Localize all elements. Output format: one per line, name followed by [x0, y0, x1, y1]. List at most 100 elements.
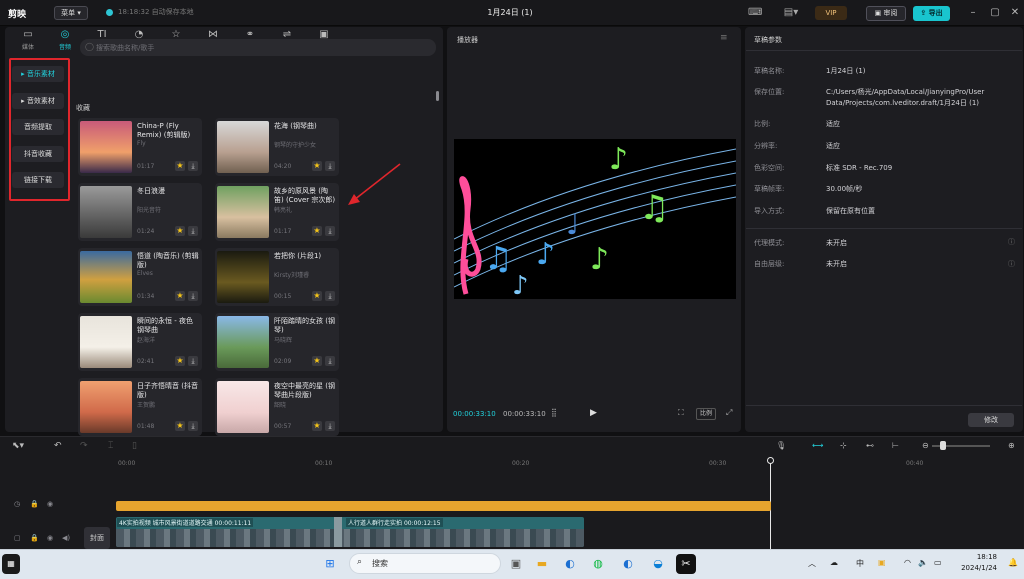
sidebar-item-1[interactable]: ▸ 音效素材 — [12, 93, 64, 109]
playhead-handle[interactable] — [767, 457, 774, 464]
mute-icon[interactable]: ◉ — [47, 500, 53, 508]
download-icon[interactable]: ⤓ — [188, 291, 198, 301]
favorite-star-icon[interactable]: ★ — [175, 356, 185, 366]
undo-icon[interactable]: ↶ — [54, 441, 62, 451]
sidebar-item-3[interactable]: 抖音收藏 — [12, 146, 64, 162]
music-card[interactable]: 瞬间的永恒 - 夜色钢琴曲 赵海洋 02:41 ★ ⤓ — [78, 313, 202, 371]
browser-icon[interactable]: ◐ — [560, 554, 580, 574]
wechat-icon[interactable]: ◍ — [588, 554, 608, 574]
download-icon[interactable]: ⤓ — [325, 291, 335, 301]
music-card[interactable]: 花海 (钢琴曲) 钢琴的守护少女 04:20 ★ ⤓ — [215, 118, 339, 176]
microphone-icon[interactable]: 🎙 — [776, 441, 786, 450]
cover-button[interactable]: 封面 — [84, 527, 110, 549]
favorite-star-icon[interactable]: ★ — [175, 421, 185, 431]
desktop-widget-icon[interactable]: ▦ — [2, 554, 20, 574]
video-preview[interactable]: ♫ ♪ ♪ ♩ ♪ ♪ ♫ — [453, 139, 737, 301]
music-card[interactable]: 冬日浪漫 阳光音符 01:24 ★ ⤓ — [78, 183, 202, 241]
maximize-icon[interactable]: ▢ — [988, 6, 1002, 20]
shortcut-icon[interactable]: ⌨ — [748, 6, 762, 20]
music-card[interactable]: 夜空中最亮的星 (钢琴曲片段版) 韶晓 00:57 ★ ⤓ — [215, 378, 339, 436]
music-card[interactable]: 悟道 (陶音乐) (剪辑版) Elves 01:34 ★ ⤓ — [78, 248, 202, 306]
preview-axis-icon[interactable]: ⊷ — [866, 441, 874, 450]
lock-icon[interactable]: 🔒 — [30, 534, 39, 542]
info-icon[interactable]: ⓘ — [1008, 237, 1015, 247]
vip-button[interactable]: VIP — [815, 6, 847, 20]
volume-icon[interactable]: ◀) — [62, 534, 70, 542]
tab-1[interactable]: ◎ 音频 — [47, 28, 83, 54]
download-icon[interactable]: ⤓ — [188, 421, 198, 431]
music-card[interactable]: 若把你 (片段1) Kirsty刘瑾睿 00:15 ★ ⤓ — [215, 248, 339, 306]
info-icon[interactable]: ⓘ — [1008, 259, 1015, 269]
export-button[interactable]: ⇪ 导出 — [913, 6, 950, 21]
qq-browser-icon[interactable]: ◐ — [618, 554, 638, 574]
search-input[interactable]: ◯ 搜索歌曲名称/歌手 — [80, 39, 436, 56]
fullscreen-crop-icon[interactable]: ⛶ — [678, 408, 684, 418]
tab-0[interactable]: ▭ 媒体 — [10, 28, 46, 54]
favorite-star-icon[interactable]: ★ — [175, 161, 185, 171]
zoom-out-icon[interactable]: ⊖ — [922, 441, 929, 450]
cloud-icon[interactable]: ☁ — [830, 558, 838, 567]
favorite-star-icon[interactable]: ★ — [175, 226, 185, 236]
task-view-icon[interactable]: ▣ — [506, 554, 526, 574]
zoom-slider-handle[interactable] — [940, 441, 946, 450]
snap-icon[interactable]: ⊹ — [840, 441, 847, 450]
download-icon[interactable]: ⤓ — [325, 421, 335, 431]
jianying-app-icon[interactable]: ✂ — [676, 554, 696, 574]
play-button[interactable]: ▶ — [590, 408, 597, 418]
download-icon[interactable]: ⤓ — [188, 226, 198, 236]
sidebar-item-0[interactable]: ▸ 音乐素材 — [12, 66, 64, 82]
start-icon[interactable]: ⊞ — [320, 554, 340, 574]
favorite-star-icon[interactable]: ★ — [312, 226, 322, 236]
download-icon[interactable]: ⤓ — [188, 356, 198, 366]
favorite-star-icon[interactable]: ★ — [312, 356, 322, 366]
lock-icon[interactable]: 🔒 — [30, 500, 39, 508]
layout-icon[interactable]: ▤▾ — [782, 6, 800, 20]
music-card[interactable]: 日子齐悟晴音 (抖音版) 王贺鹏 01:48 ★ ⤓ — [78, 378, 202, 436]
ratio-button[interactable]: 比例 — [696, 408, 716, 420]
download-icon[interactable]: ⤓ — [325, 161, 335, 171]
zoom-fit-icon[interactable]: ⊕ — [1008, 441, 1015, 450]
clip-trim-handle[interactable] — [334, 517, 342, 547]
download-icon[interactable]: ⤓ — [325, 356, 335, 366]
chevron-up-icon[interactable]: ︿ — [808, 558, 816, 569]
wifi-icon[interactable]: ◠ — [904, 558, 911, 567]
ime-indicator[interactable]: 中 — [856, 558, 864, 569]
track-visibility-icon[interactable]: ▢ — [14, 534, 21, 542]
menu-button[interactable]: 菜单 ▾ — [54, 6, 88, 20]
align-icon[interactable]: ⊢ — [892, 441, 899, 450]
music-card[interactable]: China-P (Fly Remix) (剪辑版) Fly 01:17 ★ ⤓ — [78, 118, 202, 176]
eye-icon[interactable]: ◉ — [47, 534, 53, 542]
app-tray-icon[interactable]: ▣ — [878, 558, 886, 567]
edge-icon[interactable]: ◒ — [648, 554, 668, 574]
clock[interactable]: 18:18 2024/1/24 — [951, 552, 997, 574]
audio-clip[interactable] — [116, 501, 771, 511]
download-icon[interactable]: ⤓ — [188, 161, 198, 171]
favorite-star-icon[interactable]: ★ — [312, 161, 322, 171]
menu-icon[interactable]: ≡ — [720, 33, 728, 43]
scrollbar[interactable] — [436, 91, 439, 101]
divider — [746, 228, 1022, 229]
file-explorer-icon[interactable]: ▬ — [532, 554, 552, 574]
sidebar-item-4[interactable]: 链接下载 — [12, 172, 64, 188]
taskbar-search[interactable]: ⌕ 搜索 — [349, 553, 501, 574]
download-icon[interactable]: ⤓ — [325, 226, 335, 236]
select-tool-icon[interactable]: ⬉▾ — [12, 441, 24, 451]
sidebar-item-2[interactable]: 音频提取 — [12, 119, 64, 135]
prop-key: 色彩空间: — [754, 164, 785, 172]
speaker-icon[interactable]: 🔈 — [918, 558, 928, 567]
notification-icon[interactable]: 🔔 — [1008, 558, 1018, 567]
link-icon[interactable]: ⟷ — [812, 441, 823, 450]
modify-button[interactable]: 修改 — [968, 413, 1014, 427]
favorite-star-icon[interactable]: ★ — [312, 291, 322, 301]
music-card[interactable]: 阡陌踏晴的女孩 (钢琴) 马晓辉 02:09 ★ ⤓ — [215, 313, 339, 371]
expand-icon[interactable]: ⤢ — [726, 408, 732, 418]
track-visibility-icon[interactable]: ◷ — [14, 500, 20, 508]
close-icon[interactable]: ✕ — [1008, 6, 1022, 20]
timeline-grid-icon[interactable]: ⣿ — [551, 408, 557, 417]
minimize-icon[interactable]: – — [966, 6, 980, 20]
music-card[interactable]: 故乡的原风景 (陶笛) (Cover 宗次郎) 韩亮礼 01:17 ★ ⤓ — [215, 183, 339, 241]
favorite-star-icon[interactable]: ★ — [312, 421, 322, 431]
battery-icon[interactable]: ▭ — [934, 558, 942, 567]
favorite-star-icon[interactable]: ★ — [175, 291, 185, 301]
review-button[interactable]: ▣ 审阅 — [866, 6, 906, 21]
